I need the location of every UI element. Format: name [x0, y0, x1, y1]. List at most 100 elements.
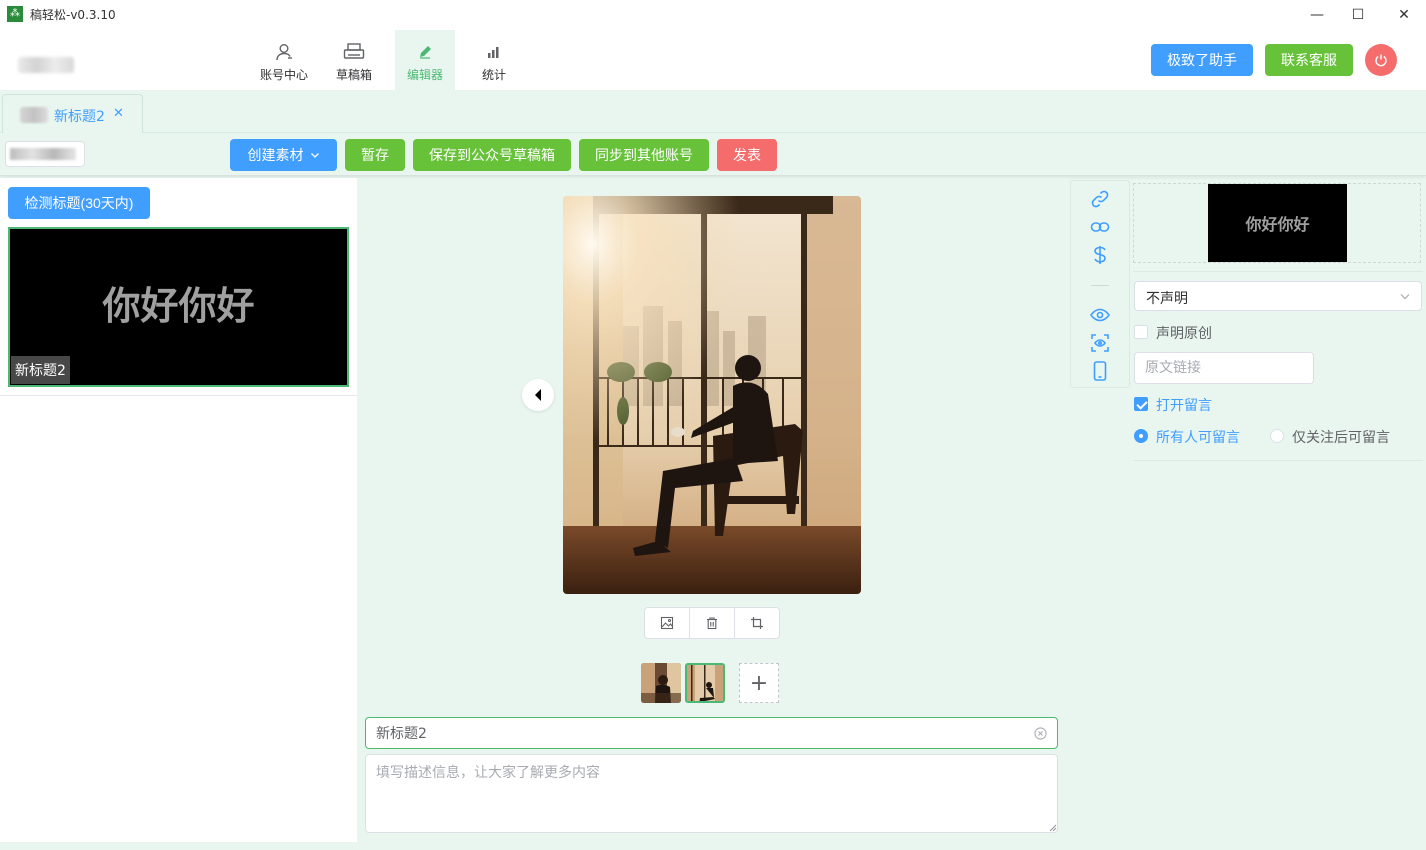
divider [0, 395, 357, 396]
link-button[interactable] [1090, 189, 1110, 209]
publish-button[interactable]: 发表 [717, 139, 777, 171]
open-comment-checkbox[interactable] [1134, 397, 1148, 411]
declaration-value: 不声明 [1146, 291, 1188, 307]
tab-new-title[interactable]: 新标题2 ✕ [2, 94, 143, 134]
trash-icon [707, 617, 717, 630]
description-textarea[interactable] [365, 754, 1058, 833]
original-label: 声明原创 [1156, 326, 1212, 342]
plus-icon: + [749, 670, 769, 696]
previous-image-button[interactable] [522, 379, 554, 411]
divider [1133, 460, 1423, 461]
add-image-button[interactable]: + [739, 663, 779, 703]
toolbar: 创建素材 暂存 保存到公众号草稿箱 同步到其他账号 发表 [0, 133, 1426, 176]
preview-button[interactable] [1090, 305, 1110, 325]
save-to-draft-button[interactable]: 保存到公众号草稿箱 [413, 139, 571, 171]
comment-all-radio[interactable] [1134, 429, 1148, 443]
divider [1091, 285, 1109, 286]
paid-content-button[interactable] [1090, 245, 1110, 265]
cover-preview[interactable]: 你好你好 [1133, 183, 1421, 263]
save-temp-button[interactable]: 暂存 [345, 139, 405, 171]
chevron-down-icon [310, 153, 319, 158]
caret-left-icon [535, 389, 541, 401]
scan-preview-button[interactable] [1090, 333, 1110, 353]
side-tool-strip [1070, 180, 1130, 388]
title-bar: ⁂ 稿轻松-v0.3.10 — ☐ ✕ [0, 0, 1426, 30]
delete-image-button[interactable] [690, 608, 735, 638]
title-field[interactable] [365, 717, 1058, 749]
pencil-icon [395, 40, 455, 64]
minimize-button[interactable]: — [1297, 0, 1337, 30]
create-material-button[interactable]: 创建素材 [230, 139, 337, 171]
sync-accounts-button[interactable]: 同步到其他账号 [579, 139, 709, 171]
detect-title-button[interactable]: 检测标题(30天内) [8, 187, 150, 219]
source-link-input[interactable] [1134, 352, 1314, 384]
image-thumbnail[interactable] [641, 663, 681, 703]
tab-label: 新标题2 [54, 109, 105, 125]
unlink-button[interactable] [1090, 217, 1110, 237]
title-input[interactable] [376, 718, 1016, 748]
support-button[interactable]: 联系客服 [1265, 44, 1353, 76]
account-selector[interactable] [5, 141, 85, 167]
cover-image: 你好你好 [1208, 184, 1347, 262]
replace-image-button[interactable] [645, 608, 690, 638]
scan-eye-icon [1091, 334, 1109, 352]
main-image [563, 196, 861, 594]
comment-followers-radio[interactable] [1270, 429, 1284, 443]
close-icon: ✕ [1398, 7, 1410, 23]
maximize-button[interactable]: ☐ [1338, 0, 1378, 30]
link-icon [1091, 190, 1109, 208]
bar-chart-icon [464, 40, 524, 64]
tab-close-icon[interactable]: ✕ [113, 106, 124, 121]
nav-editor[interactable]: 编辑器 [395, 30, 455, 90]
app-logo: ⁂ [7, 6, 23, 22]
nav-label: 统计 [481, 68, 506, 82]
printer-icon [324, 40, 384, 64]
declaration-select[interactable]: 不声明 [1134, 281, 1422, 311]
assistant-button[interactable]: 极致了助手 [1151, 44, 1253, 76]
man-by-window-image [563, 196, 861, 594]
card-cover-text: 你好你好 [102, 283, 255, 328]
header: 账号中心 草稿箱 编辑器 统计 极致了助手 联系客服 [0, 30, 1426, 90]
image-icon [660, 616, 674, 630]
nav-label: 编辑器 [406, 68, 443, 82]
thumbnail-man-image [687, 665, 723, 701]
nav-label: 账号中心 [259, 68, 308, 82]
original-checkbox[interactable] [1134, 325, 1148, 339]
resize-handle-icon[interactable] [1049, 824, 1057, 832]
nav-account-center[interactable]: 账号中心 [254, 30, 314, 90]
user-name-blurred [18, 57, 74, 73]
clear-icon[interactable] [1034, 727, 1047, 740]
card-title: 新标题2 [11, 356, 70, 384]
crop-image-button[interactable] [735, 608, 779, 638]
create-material-label: 创建素材 [247, 147, 304, 163]
thumbnail-woman-image [641, 663, 681, 703]
tab-thumbnail-blurred [20, 107, 48, 123]
dollar-icon [1094, 246, 1106, 264]
power-icon [1375, 54, 1387, 67]
account-name-blurred [10, 148, 76, 160]
open-comment-label: 打开留言 [1156, 398, 1212, 414]
close-window-button[interactable]: ✕ [1384, 0, 1424, 30]
article-list-panel: 检测标题(30天内) 你好你好 新标题2 [0, 178, 357, 842]
app-title: 稿轻松-v0.3.10 [30, 8, 116, 22]
minimize-icon: — [1310, 7, 1324, 23]
power-button[interactable] [1365, 44, 1397, 76]
mobile-preview-button[interactable] [1090, 361, 1110, 381]
phone-icon [1093, 361, 1107, 381]
image-tools [644, 607, 780, 639]
tab-bar: 新标题2 ✕ [0, 90, 1426, 134]
divider [1133, 271, 1423, 272]
user-icon [254, 40, 314, 64]
comment-all-label: 所有人可留言 [1156, 430, 1240, 446]
chevron-down-icon [1400, 294, 1410, 300]
nav-label: 草稿箱 [335, 68, 372, 82]
chain-icon [1090, 222, 1110, 232]
crop-icon [751, 617, 763, 629]
eye-icon [1090, 308, 1110, 322]
status-strip [0, 842, 1426, 850]
nav-statistics[interactable]: 统计 [464, 30, 524, 90]
image-thumbnail-selected[interactable] [685, 663, 725, 703]
maximize-icon: ☐ [1351, 7, 1365, 23]
article-card[interactable]: 你好你好 新标题2 [8, 227, 349, 387]
nav-drafts[interactable]: 草稿箱 [324, 30, 384, 90]
